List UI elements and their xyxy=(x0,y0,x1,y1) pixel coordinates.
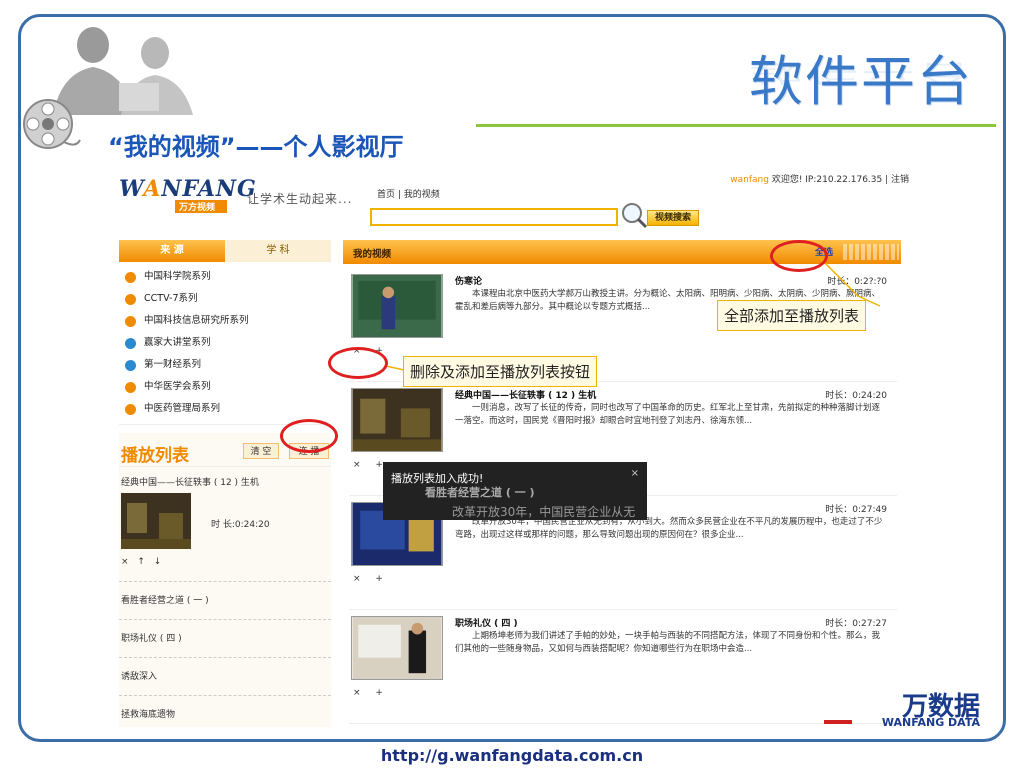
highlight-loop-button xyxy=(280,419,338,453)
toast-ghost-title: 看胜者经营之道 ( 一 ) xyxy=(425,486,535,499)
user-bar: wanfang 欢迎您! IP:210.22.176.35 | 注销 xyxy=(730,172,909,185)
toast-close-icon[interactable]: × xyxy=(631,468,639,479)
left-column: 来 源 学 科 中国科学院系列 CCTV-7系列中国科技信息研究所系列 赢家大讲堂系… xyxy=(119,240,331,727)
slide-subtitle: “我的视频”——个人影视厅 xyxy=(108,133,404,161)
playlist-panel: 播放列表 清 空 连 播 经典中国——长征轶事 ( 12 ) 生机 时 长:0:… xyxy=(119,433,331,727)
playlist-thumbnail[interactable] xyxy=(121,493,191,549)
my-videos-title: 我的视频 xyxy=(353,249,392,260)
video-delete-add-buttons[interactable]: × + xyxy=(353,574,389,584)
playlist-item[interactable]: 看胜者经营之道 ( 一 ) xyxy=(119,581,331,619)
video-thumbnail[interactable] xyxy=(351,616,443,680)
footer-url[interactable]: http://g.wanfangdata.com.cn xyxy=(0,746,1024,765)
source-list: 中国科学院系列 CCTV-7系列 中国科技信息研究所系列 赢家大讲堂系列 第一财经系列中… xyxy=(119,262,331,425)
source-item-label: 中医药管理局系列 xyxy=(144,403,221,414)
source-item-label: 中华医学会系列 xyxy=(144,381,211,392)
header-stripes xyxy=(843,244,899,260)
playlist-clear-button[interactable]: 清 空 xyxy=(243,443,279,459)
source-item[interactable]: 中国科学院系列 xyxy=(119,266,331,288)
playlist-item[interactable]: 拯救海底遗物 xyxy=(119,695,331,727)
brand-red-bar xyxy=(824,720,852,724)
video-title[interactable]: 职场礼仪 ( 四 ) xyxy=(455,616,518,629)
source-item[interactable]: 赢家大讲堂系列 xyxy=(119,332,331,354)
search-input[interactable] xyxy=(370,208,618,226)
video-thumbnail[interactable] xyxy=(351,274,443,338)
source-item[interactable]: 中国科技信息研究所系列 xyxy=(119,310,331,332)
video-item: × + 职场礼仪 ( 四 ) 时长：0:27:27 上期杨坤老师为我们讲述了手帕的妙处… xyxy=(349,610,897,724)
video-duration: 时长：0:24:20 xyxy=(825,391,887,401)
play-bullet-icon xyxy=(125,271,136,283)
callout-delete-add: 删除及添加至播放列表按钮 xyxy=(403,356,598,387)
slogan: 让学术生动起来... xyxy=(247,192,353,206)
play-bullet-icon xyxy=(125,337,136,349)
header-divider xyxy=(476,124,996,127)
video-search-button[interactable]: 视频搜索 xyxy=(647,210,699,226)
video-thumbnail[interactable] xyxy=(351,388,443,452)
source-item-label: 第一财经系列 xyxy=(144,359,202,370)
logo-letter-a: A xyxy=(143,176,162,202)
playlist-item-controls[interactable]: × ↑ ↓ xyxy=(121,557,164,567)
logo-letters: NFANG xyxy=(161,176,257,202)
source-item-label: 赢家大讲堂系列 xyxy=(144,337,211,348)
playlist-items: 看胜者经营之道 ( 一 ) 职场礼仪 ( 四 ) 诱敌深入 拯救海底遗物 xyxy=(119,581,331,727)
tab-subject[interactable]: 学 科 xyxy=(225,240,331,262)
magnifier-icon[interactable] xyxy=(619,200,649,230)
source-item[interactable]: 中华医学会系列 xyxy=(119,376,331,398)
source-item[interactable]: 中医药管理局系列 xyxy=(119,398,331,420)
playlist-current-title[interactable]: 经典中国——长征轶事 ( 12 ) 生机 xyxy=(119,467,331,488)
playlist-title: 播放列表 xyxy=(121,446,189,466)
slide-title-reflection: 软件平台 xyxy=(749,58,973,88)
wanfang-data-brand: 万数据 WANFANG DATA xyxy=(824,686,984,732)
user-greeting: 欢迎您! IP:210.22.176.35 | 注销 xyxy=(768,175,909,185)
video-description: 一则消息，改写了长征的传奇，同时也改写了中国革命的历史。红军北上至甘肃，先前拟定… xyxy=(455,403,881,426)
left-tabs: 来 源 学 科 xyxy=(119,240,331,262)
play-bullet-icon xyxy=(125,293,136,305)
logo-letter-w: W xyxy=(119,176,144,202)
play-bullet-icon xyxy=(125,381,136,393)
playlist-item[interactable]: 职场礼仪 ( 四 ) xyxy=(119,619,331,657)
video-duration: 时长：0:27:27 xyxy=(825,619,887,629)
wanfang-logo[interactable]: WANFANG 万方视频 xyxy=(119,176,257,213)
video-delete-add-buttons[interactable]: × + xyxy=(353,688,389,698)
video-title[interactable]: 经典中国——长征轶事 ( 12 ) 生机 xyxy=(455,388,596,401)
source-item-label: 中国科技信息研究所系列 xyxy=(144,315,249,326)
video-description: 上期杨坤老师为我们讲述了手帕的妙处，一块手帕与西装的不同搭配方法，体现了不同身份… xyxy=(455,631,881,654)
highlight-select-all xyxy=(770,240,828,272)
toast-ghost-desc: 改革开放30年，中国民营企业从无 xyxy=(452,505,636,519)
callout-add-all: 全部添加至播放列表 xyxy=(717,300,867,331)
playlist-duration: 时 长:0:24:20 xyxy=(211,520,270,530)
username-link[interactable]: wanfang xyxy=(730,175,769,185)
film-reel-icon xyxy=(23,99,81,149)
highlight-video-actions xyxy=(328,347,388,379)
video-title[interactable]: 伤寒论 xyxy=(455,274,482,287)
brand-english: WANFANG DATA xyxy=(881,716,980,729)
play-bullet-icon xyxy=(125,403,136,415)
source-item[interactable]: 第一财经系列 xyxy=(119,354,331,376)
play-bullet-icon xyxy=(125,315,136,327)
breadcrumb-nav[interactable]: 首页 | 我的视频 xyxy=(377,187,440,200)
video-duration: 时长：0:27:49 xyxy=(825,505,887,515)
video-duration: 时长：0:2?:?0 xyxy=(827,277,887,287)
tab-source[interactable]: 来 源 xyxy=(119,240,225,262)
source-item-label: 中国科学院系列 xyxy=(144,271,211,282)
source-item-label: CCTV-7系列 xyxy=(144,293,198,304)
source-item[interactable]: CCTV-7系列 xyxy=(119,288,331,310)
playlist-item[interactable]: 诱敌深入 xyxy=(119,657,331,695)
play-bullet-icon xyxy=(125,359,136,371)
